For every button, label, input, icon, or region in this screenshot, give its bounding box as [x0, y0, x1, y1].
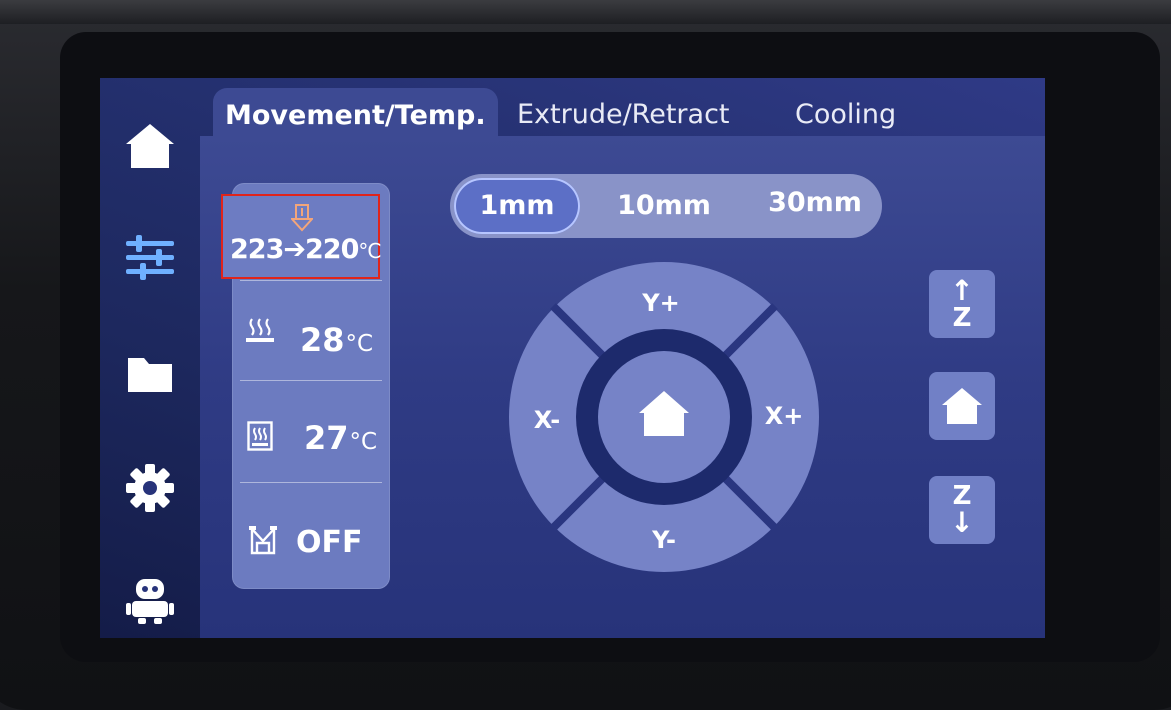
xy-jog-pad: Y+ Y- X- X+ [505, 258, 823, 576]
folder-icon [128, 358, 172, 392]
hotend-temp: 223➔220°C [230, 234, 381, 265]
step-size-selector: 1mm 10mm 30mm [450, 174, 882, 238]
step-1mm-button[interactable]: 1mm [454, 178, 580, 234]
step-10mm-button[interactable]: 10mm [600, 174, 728, 238]
z-up-button[interactable]: ↑ Z [929, 270, 995, 338]
bed-row[interactable]: 28°C [232, 283, 390, 381]
motor-status: OFF [296, 525, 363, 560]
sidebar-item-assistant[interactable] [122, 572, 178, 628]
robot-icon [126, 579, 174, 624]
z-down-button[interactable]: Z ↓ [929, 476, 995, 544]
heated-bed-icon [246, 318, 274, 342]
sidebar-item-home[interactable] [122, 118, 178, 174]
tab-cooling[interactable]: Cooling [783, 92, 908, 138]
jog-y-plus-label: Y+ [641, 289, 680, 317]
chamber-icon [247, 421, 273, 451]
step-30mm-button[interactable]: 30mm [750, 174, 880, 238]
device-top-edge [0, 0, 1171, 24]
tab-extrude-retract[interactable]: Extrude/Retract [505, 92, 742, 138]
motor-icon [249, 526, 277, 555]
gear-icon [126, 464, 174, 512]
sidebar-item-files[interactable] [122, 346, 178, 402]
z-up-label: Z [952, 303, 972, 333]
jog-x-plus-label: X+ [765, 402, 804, 430]
sidebar-item-controls[interactable] [122, 230, 178, 286]
motor-row[interactable]: OFF [232, 487, 390, 585]
nozzle-icon [291, 204, 313, 232]
sidebar-nav [100, 78, 208, 638]
z-home-button[interactable] [929, 372, 995, 440]
tab-movement-temp[interactable]: Movement/Temp. [213, 88, 498, 142]
chamber-temp: 27°C [304, 419, 378, 457]
bed-temp: 28°C [300, 321, 374, 359]
sliders-icon [126, 235, 174, 280]
home-icon [126, 124, 174, 168]
jog-y-minus-label: Y- [651, 526, 676, 554]
jog-x-minus-label: X- [534, 406, 561, 434]
arrow-up-icon: ↑ [950, 274, 974, 307]
hotend-temp-button[interactable]: 223➔220°C [221, 194, 381, 279]
arrow-down-icon: ↓ [950, 506, 974, 539]
chamber-row[interactable]: 27°C [232, 385, 390, 483]
sidebar-item-settings[interactable] [122, 460, 178, 516]
home-icon [942, 388, 982, 424]
